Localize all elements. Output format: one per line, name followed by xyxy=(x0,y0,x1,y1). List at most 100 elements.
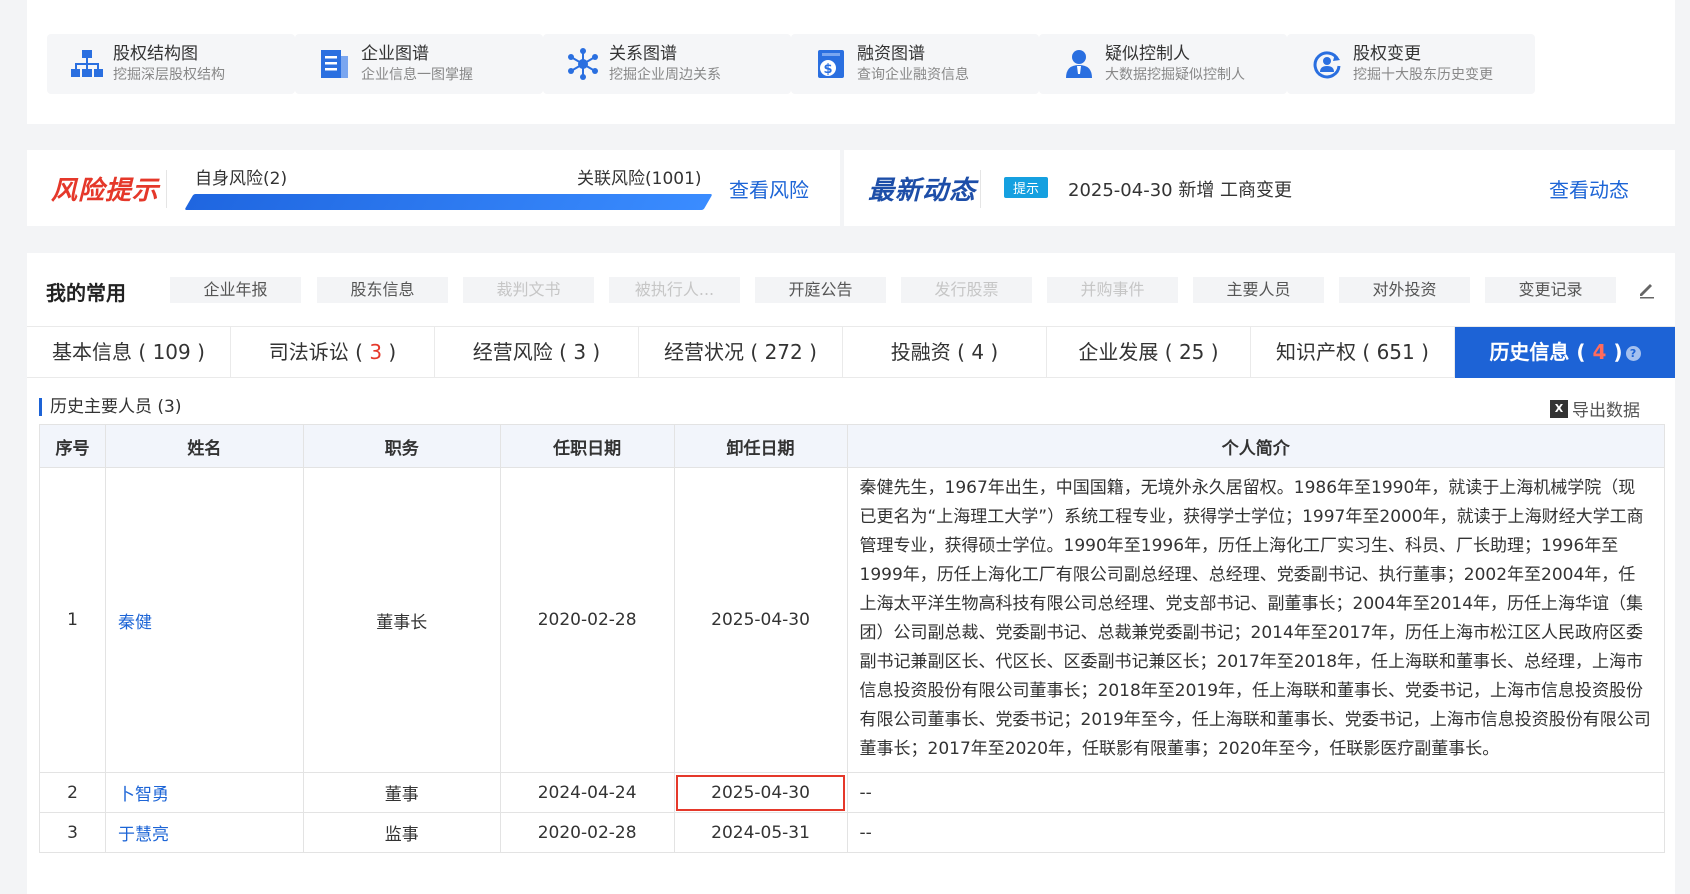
person-name-link[interactable]: 秦健 xyxy=(104,467,304,773)
cell-no: 3 xyxy=(39,812,106,853)
help-icon[interactable]: ? xyxy=(1625,346,1641,361)
tab-label: 知识产权 xyxy=(1276,340,1357,364)
fav-chip-judgments[interactable]: 裁判文书 xyxy=(463,277,594,303)
tools-panel: 股权结构图 挖掘深层股权结构 企业图谱 企业信息一图掌握 关系图谱 挖掘企业周边关系 … xyxy=(27,0,1675,124)
tab-count: 25 xyxy=(1178,340,1205,364)
cell-position: 董事 xyxy=(302,772,501,813)
excel-icon: X xyxy=(1550,399,1568,418)
tab-development[interactable]: 企业发展 ( 25 ) xyxy=(1047,327,1251,378)
org-chart-icon xyxy=(67,44,107,84)
dollar-file-icon: $ xyxy=(811,44,851,84)
col-header-position: 职务 xyxy=(302,424,501,468)
tool-subtitle: 挖掘十大股东历史变更 xyxy=(1353,67,1493,83)
tool-equity-structure[interactable]: 股权结构图 挖掘深层股权结构 xyxy=(47,34,295,94)
fav-chip-key-personnel[interactable]: 主要人员 xyxy=(1193,277,1324,303)
table-row: 1 秦健 董事长 2020-02-28 2025-04-30 秦健先生，1967… xyxy=(39,467,1665,773)
fav-chip-annual-report[interactable]: 企业年报 xyxy=(170,277,301,303)
risk-bar xyxy=(184,194,713,210)
tab-count: 4 xyxy=(971,340,985,364)
tab-ip[interactable]: 知识产权 ( 651 ) xyxy=(1251,327,1455,378)
cell-no: 1 xyxy=(39,467,106,773)
tab-count: 651 xyxy=(1376,340,1415,364)
col-header-no: 序号 xyxy=(39,424,106,468)
col-header-end-date: 卸任日期 xyxy=(673,424,848,468)
cell-end-date-highlighted: 2025-04-30 xyxy=(673,772,848,813)
related-risk-label[interactable]: 关联风险(1001) xyxy=(577,164,702,189)
cell-no: 2 xyxy=(39,772,106,813)
tab-basic-info[interactable]: 基本信息 ( 109 ) xyxy=(27,327,231,378)
tool-subtitle: 挖掘企业周边关系 xyxy=(609,67,721,83)
person-name-link[interactable]: 卜智勇 xyxy=(104,772,304,813)
table-row: 2 卜智勇 董事 2024-04-24 2025-04-30 -- xyxy=(39,772,1665,813)
cell-bio: -- xyxy=(846,812,1665,853)
tool-subtitle: 企业信息一图掌握 xyxy=(361,67,473,83)
person-icon xyxy=(1059,44,1099,84)
tool-financing-graph[interactable]: $ 融资图谱查询企业融资信息 xyxy=(791,34,1039,94)
tab-count: 109 xyxy=(152,340,191,364)
tab-count: 3 xyxy=(573,340,587,364)
tab-operating-status[interactable]: 经营状况 ( 272 ) xyxy=(639,327,843,378)
tab-label: 历史信息 xyxy=(1489,340,1570,364)
divider xyxy=(980,170,981,208)
col-header-bio: 个人简介 xyxy=(846,424,1665,468)
tab-label: 基本信息 xyxy=(52,340,133,364)
tab-count: 4 xyxy=(1592,340,1607,364)
tab-label: 司法诉讼 xyxy=(268,340,349,364)
document-icon xyxy=(315,44,355,84)
fav-chip-investments[interactable]: 对外投资 xyxy=(1339,277,1470,303)
main-panel: 我的常用 企业年报 股东信息 裁判文书 被执行人... 开庭公告 发行股票 并购… xyxy=(27,253,1675,894)
tool-title: 企业图谱 xyxy=(361,44,429,64)
edit-icon[interactable] xyxy=(1637,279,1657,299)
news-text: 2025-04-30 新增 工商变更 xyxy=(1068,180,1293,201)
table-row: 3 于慧亮 监事 2020-02-28 2024-05-31 -- xyxy=(39,812,1665,853)
tool-equity-change[interactable]: 股权变更挖掘十大股东历史变更 xyxy=(1287,34,1535,94)
network-icon xyxy=(563,44,603,84)
tool-suspected-controller[interactable]: 疑似控制人 大数据挖掘疑似控制人 xyxy=(1039,34,1287,94)
person-name-link[interactable]: 于慧亮 xyxy=(104,812,304,853)
risk-title: 风险提示 xyxy=(51,176,160,206)
cycle-person-icon xyxy=(1307,44,1347,84)
cell-position: 董事长 xyxy=(302,467,501,773)
fav-chip-shareholders[interactable]: 股东信息 xyxy=(317,277,448,303)
svg-text:$: $ xyxy=(823,62,832,77)
tab-label: 投融资 xyxy=(890,340,951,364)
export-label: 导出数据 xyxy=(1572,401,1640,421)
tool-title: 关系图谱 xyxy=(609,44,677,64)
view-news-link[interactable]: 查看动态 xyxy=(1549,174,1629,203)
cell-end-date: 2024-05-31 xyxy=(673,812,848,853)
export-button[interactable]: X 导出数据 xyxy=(1550,396,1640,421)
tab-litigation[interactable]: 司法诉讼 ( 3 ) xyxy=(231,327,435,378)
tab-count: 3 xyxy=(369,340,383,364)
fav-chip-stock-issuance[interactable]: 发行股票 xyxy=(901,277,1032,303)
risk-panel: 风险提示 自身风险(2) 关联风险(1001) 查看风险 xyxy=(27,150,840,226)
tool-enterprise-graph[interactable]: 企业图谱企业信息一图掌握 xyxy=(295,34,543,94)
tool-title: 股权变更 xyxy=(1353,44,1421,64)
notice-badge: 提示 xyxy=(1004,177,1049,198)
cell-bio: -- xyxy=(846,772,1665,813)
section-title: 历史主要人员 (3) xyxy=(39,398,181,416)
cell-bio: 秦健先生，1967年出生，中国国籍，无境外永久居留权。1986年至1990年，就… xyxy=(846,467,1665,773)
tool-subtitle: 查询企业融资信息 xyxy=(857,67,969,83)
self-risk-label[interactable]: 自身风险(2) xyxy=(195,164,287,189)
tool-title: 疑似控制人 xyxy=(1105,44,1190,64)
fav-chip-change-records[interactable]: 变更记录 xyxy=(1485,277,1616,303)
news-panel: 最新动态 提示 2025-04-30 新增 工商变更 查看动态 xyxy=(844,150,1675,226)
tab-operating-risk[interactable]: 经营风险 ( 3 ) xyxy=(435,327,639,378)
tab-investment-financing[interactable]: 投融资 ( 4 ) xyxy=(843,327,1047,378)
tab-label: 经营风险 xyxy=(472,340,553,364)
table-header-row: 序号 姓名 职务 任职日期 卸任日期 个人简介 xyxy=(39,424,1665,468)
history-personnel-table: 序号 姓名 职务 任职日期 卸任日期 个人简介 1 秦健 董事长 2020-02… xyxy=(39,424,1665,853)
fav-chip-court-notices[interactable]: 开庭公告 xyxy=(755,277,886,303)
tool-relation-graph[interactable]: 关系图谱挖掘企业周边关系 xyxy=(543,34,791,94)
view-risk-link[interactable]: 查看风险 xyxy=(729,174,809,203)
cell-position: 监事 xyxy=(302,812,501,853)
fav-chip-mergers[interactable]: 并购事件 xyxy=(1047,277,1178,303)
tool-title: 融资图谱 xyxy=(857,44,925,64)
tab-history[interactable]: 历史信息 ( 4 )? xyxy=(1455,327,1675,378)
news-title: 最新动态 xyxy=(868,176,977,206)
tab-count: 272 xyxy=(764,340,803,364)
divider xyxy=(166,170,167,208)
tab-bar: 基本信息 ( 109 ) 司法诉讼 ( 3 ) 经营风险 ( 3 ) 经营状况 … xyxy=(27,326,1675,378)
tab-label: 经营状况 xyxy=(664,340,745,364)
fav-chip-executed-persons[interactable]: 被执行人... xyxy=(609,277,740,303)
